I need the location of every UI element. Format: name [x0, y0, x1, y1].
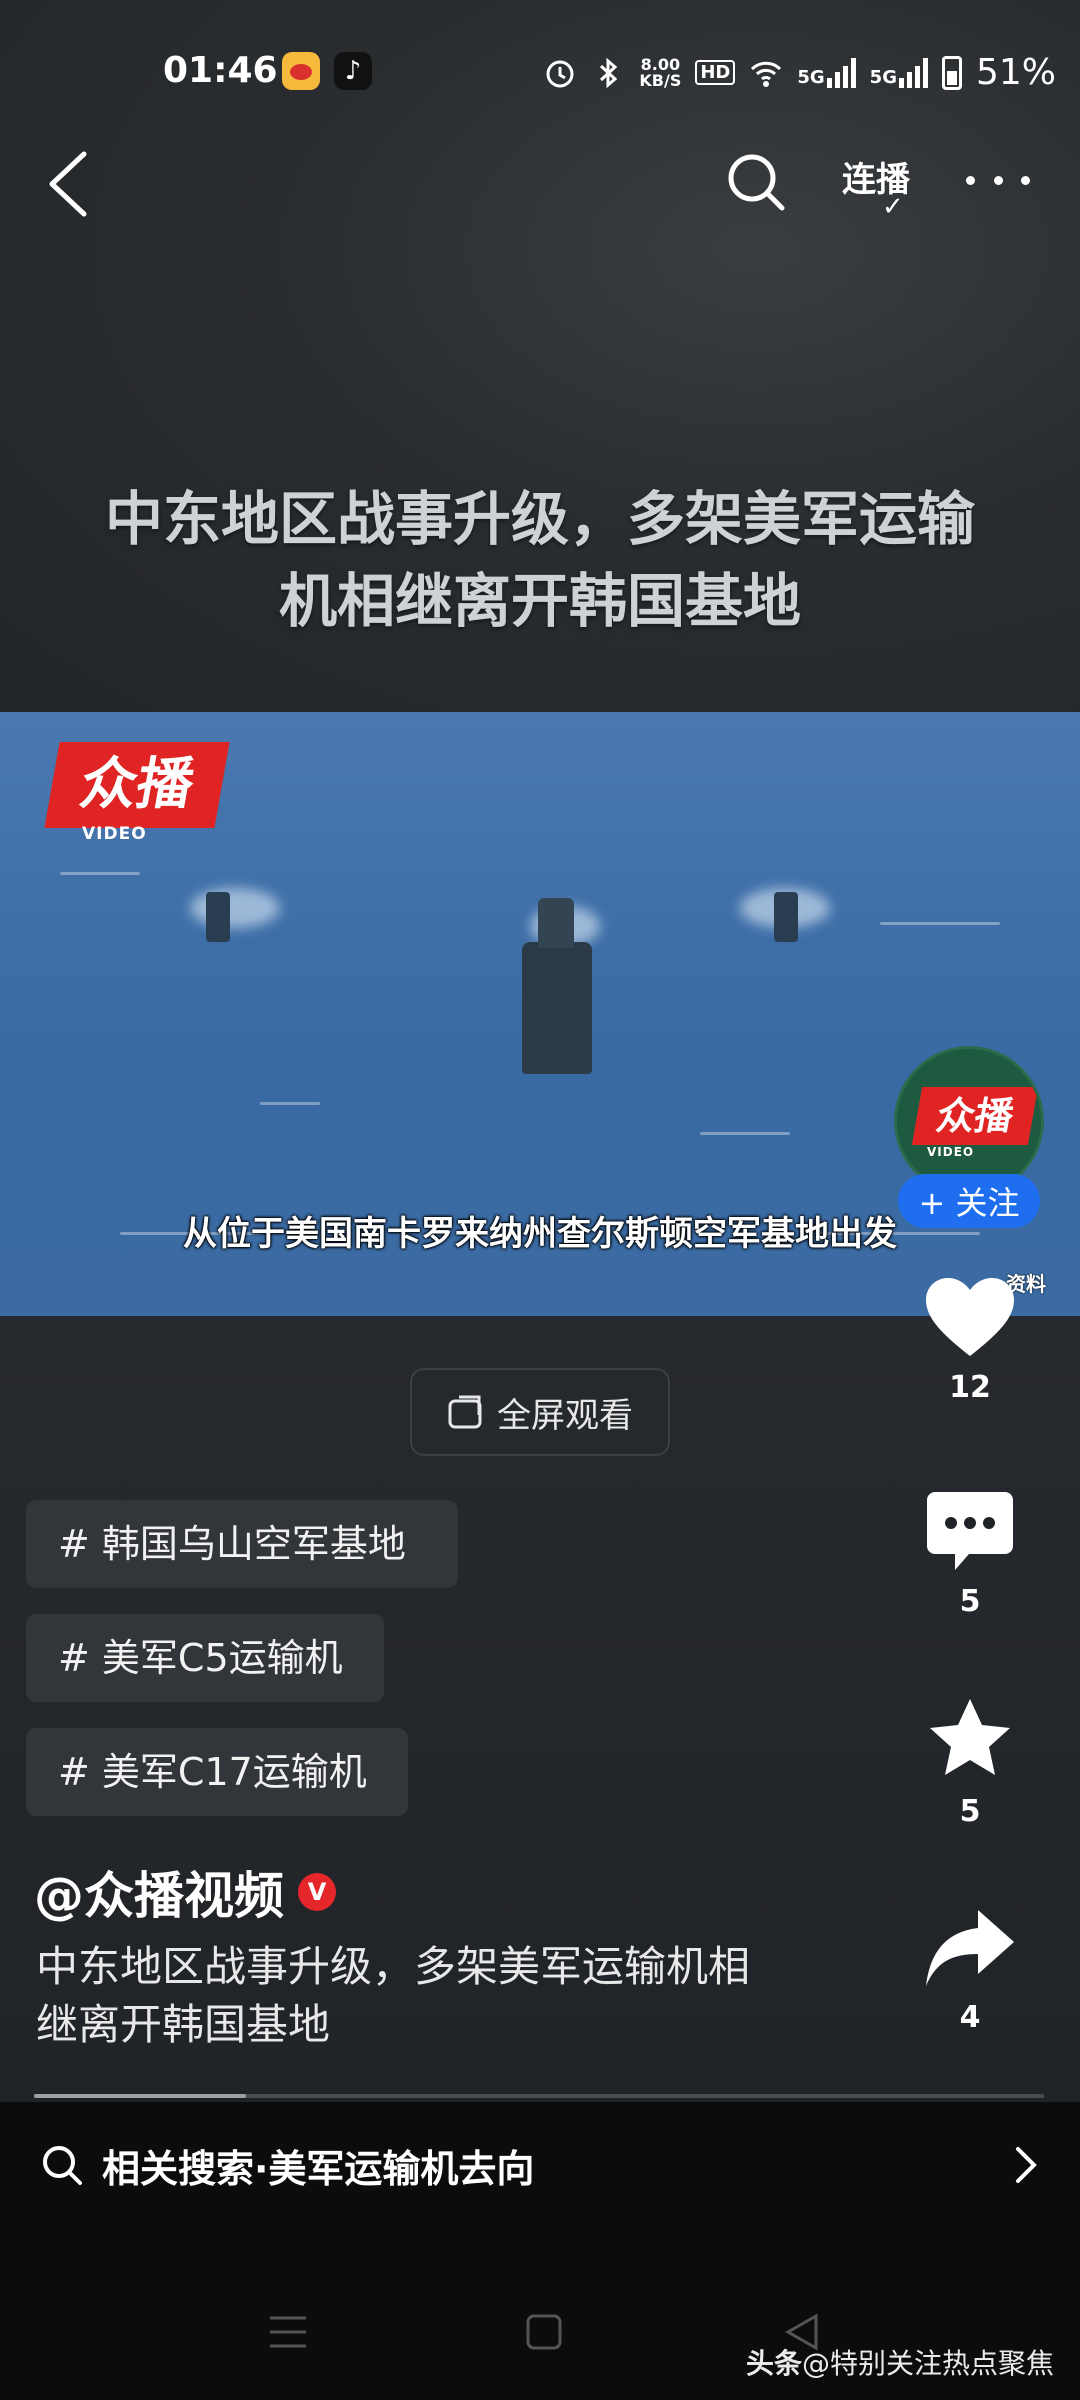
related-search-bar[interactable]: 相关搜索·美军运输机去向 — [0, 2102, 1080, 2228]
check-icon: ✓ — [882, 192, 904, 222]
hashtag[interactable]: # 韩国乌山空军基地 — [26, 1500, 458, 1588]
share-count: 4 — [959, 2000, 981, 2035]
status-icons: 8.00 KB/S HD 5G 5G 51% — [543, 52, 1056, 93]
like-button[interactable]: 12 — [900, 1276, 1040, 1405]
net-speed: 8.00 KB/S — [639, 54, 682, 90]
related-search-text: 相关搜索·美军运输机去向 — [102, 2146, 535, 2191]
heart-icon — [926, 1278, 1014, 1356]
battery-icon — [941, 55, 962, 90]
status-bar: 01:46 ♪ 8.00 KB/S HD 5G 5G 51% — [0, 0, 1080, 140]
autoplay-toggle[interactable]: 连播 ✓ — [842, 152, 910, 222]
share-arrow-icon — [926, 1910, 1014, 1986]
video-description: 中东地区战事升级，多架美军运输机相 继离开韩国基地 — [36, 1942, 751, 2049]
author-name-row[interactable]: @众播视频 V — [34, 1856, 336, 1928]
search-icon — [43, 2146, 82, 2185]
search-icon[interactable] — [724, 150, 788, 214]
more-options-icon[interactable] — [966, 160, 1030, 200]
star-icon — [930, 1699, 1010, 1775]
brand-logo: 众播 VIDEO — [44, 742, 230, 852]
ship-left — [206, 892, 230, 942]
video-headline: 中东地区战事升级，多架美军运输 机相继离开韩国基地 — [104, 485, 975, 635]
comment-count: 5 — [959, 1584, 981, 1619]
like-count: 12 — [949, 1370, 991, 1405]
status-time: 01:46 — [163, 50, 278, 91]
bluetooth-icon — [600, 57, 618, 88]
weibo-notification-icon — [282, 52, 320, 90]
fullscreen-icon — [448, 1395, 482, 1429]
verified-badge-icon: V — [298, 1873, 336, 1911]
video-progress-fill — [34, 2094, 247, 2098]
home-nav-icon[interactable] — [524, 2312, 564, 2352]
signal-1-icon: 5G — [797, 57, 856, 88]
fullscreen-button[interactable]: 全屏观看 — [410, 1368, 670, 1456]
alarm-icon — [546, 60, 574, 87]
chevron-right-icon — [1016, 2147, 1037, 2183]
ship-right — [774, 892, 798, 942]
battery-percent: 51% — [975, 52, 1056, 93]
signal-2-icon: 5G — [870, 57, 928, 88]
favorite-button[interactable]: 5 — [900, 1696, 1040, 1829]
source-watermark: 头条@特别关注热点聚焦 — [745, 2347, 1054, 2380]
hd-voice-icon: HD — [695, 60, 736, 85]
video-progress-bar[interactable] — [34, 2094, 1044, 2098]
author-name[interactable]: @众播视频 — [34, 1856, 284, 1928]
back-arrow-icon[interactable] — [40, 144, 100, 224]
tiktok-notification-icon: ♪ — [334, 52, 372, 90]
hashtag[interactable]: # 美军C17运输机 — [26, 1728, 408, 1816]
wifi-icon — [751, 61, 782, 87]
share-button[interactable]: 4 — [900, 1906, 1040, 2035]
comment-icon — [927, 1492, 1013, 1570]
fullscreen-label: 全屏观看 — [497, 1395, 633, 1436]
aircraft-carrier — [522, 898, 592, 1074]
menu-nav-icon[interactable] — [266, 2312, 310, 2352]
favorite-count: 5 — [959, 1794, 981, 1829]
comment-button[interactable]: 5 — [900, 1490, 1040, 1619]
follow-button[interactable]: + 关注 — [898, 1174, 1040, 1228]
hashtag[interactable]: # 美军C5运输机 — [26, 1614, 384, 1702]
